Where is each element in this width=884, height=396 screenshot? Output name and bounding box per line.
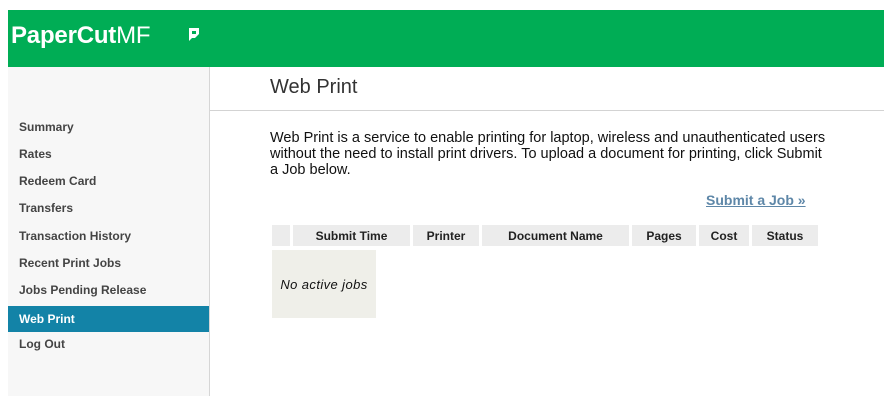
sidebar-nav: Summary Rates Redeem Card Transfers Tran… [8, 67, 210, 396]
sidebar-item-jobs-pending-release[interactable]: Jobs Pending Release [8, 277, 209, 303]
sidebar-item-log-out[interactable]: Log Out [8, 331, 209, 357]
logo-suffix-text: MF [116, 22, 151, 49]
logo-page-icon [189, 28, 199, 41]
page-title: Web Print [270, 76, 358, 98]
sidebar-item-redeem-card[interactable]: Redeem Card [8, 168, 209, 194]
sidebar-item-summary[interactable]: Summary [8, 114, 209, 140]
table-header-status: Status [752, 225, 818, 246]
empty-jobs-message: No active jobs [272, 250, 376, 318]
table-header-cell [272, 225, 290, 246]
table-header-cost: Cost [699, 225, 749, 246]
papercut-logo[interactable]: PaperCutMF [11, 22, 199, 50]
sidebar-item-transaction-history[interactable]: Transaction History [8, 223, 209, 249]
sidebar-item-rates[interactable]: Rates [8, 141, 209, 167]
sidebar-item-recent-print-jobs[interactable]: Recent Print Jobs [8, 250, 209, 276]
table-header-pages: Pages [632, 225, 696, 246]
sidebar-item-web-print[interactable]: Web Print [8, 306, 209, 332]
table-header-printer: Printer [413, 225, 479, 246]
table-header-submit-time: Submit Time [293, 225, 410, 246]
intro-text: Web Print is a service to enable printin… [270, 130, 826, 178]
table-header-document-name: Document Name [482, 225, 629, 246]
sidebar-item-transfers[interactable]: Transfers [8, 195, 209, 221]
title-divider [210, 110, 884, 111]
submit-job-link[interactable]: Submit a Job » [706, 192, 806, 208]
logo-brand-text: PaperCut [11, 22, 117, 49]
